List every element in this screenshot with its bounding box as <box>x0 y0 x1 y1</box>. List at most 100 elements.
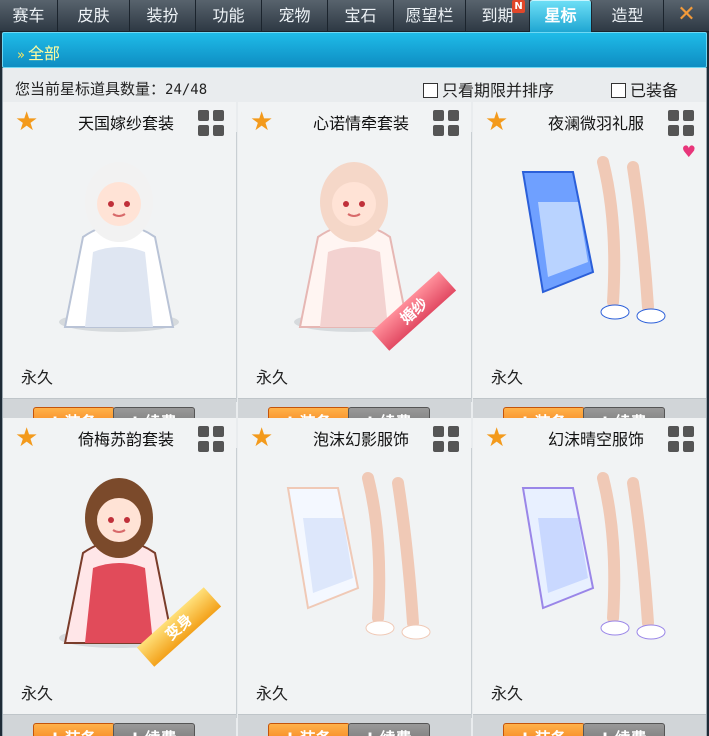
tab-7[interactable]: 到期 N <box>466 0 530 32</box>
category-all[interactable]: » 全部 <box>17 40 60 64</box>
item-duration: 永久 <box>21 368 54 387</box>
equip-label: 装备 <box>300 729 332 736</box>
grid-cell <box>433 125 444 136</box>
renew-label: 续费 <box>380 729 412 736</box>
equip-button[interactable]: ! 装备 <box>33 723 115 736</box>
item-name: 泡沫幻影服饰 <box>312 430 409 449</box>
item-card[interactable]: ★ 心诺情牵套装 婚纱 永久 !装备 !续费 <box>238 102 472 444</box>
item-image <box>248 458 461 658</box>
checkbox-icon[interactable] <box>423 83 438 98</box>
exclaim-icon: ! <box>521 724 528 736</box>
grid-cell <box>433 110 444 121</box>
tab-1[interactable]: 皮肤 <box>58 0 130 32</box>
renew-label: 续费 <box>615 729 647 736</box>
renew-button[interactable]: ! 续费 <box>113 723 195 736</box>
tab-label: 宠物 <box>278 6 311 25</box>
grid-cell <box>213 125 224 136</box>
item-duration: 永久 <box>21 684 54 703</box>
item-duration: 永久 <box>491 684 524 703</box>
equip-button[interactable]: ! 装备 <box>503 723 585 736</box>
tab-label: 星标 <box>544 6 577 25</box>
category-all-label: 全部 <box>27 44 60 63</box>
item-card[interactable]: ★ 倚梅苏韵套装 变身 永久 ! 装备 ! 续费 <box>3 418 237 736</box>
tab-label: 装扮 <box>146 6 179 25</box>
tab-3[interactable]: 功能 <box>196 0 262 32</box>
close-icon[interactable]: ✕ <box>664 0 709 32</box>
grid-cell <box>683 125 694 136</box>
tab-label: 到期 <box>481 6 514 25</box>
item-image: 婚纱 <box>248 142 461 351</box>
item-duration: 永久 <box>256 684 289 703</box>
item-card[interactable]: ★ 幻沫晴空服饰 永久 ! 装备 ! 续费 <box>473 418 706 736</box>
divider <box>471 132 472 402</box>
item-card[interactable]: ★ 泡沫幻影服饰 永久 ! 装备 ! 续费 <box>238 418 472 736</box>
equip-label: 装备 <box>535 729 567 736</box>
exclaim-icon: ! <box>366 724 373 736</box>
grid-view-icon[interactable] <box>668 426 694 452</box>
star-icon[interactable]: ★ <box>485 109 511 136</box>
equipped-filter-checkbox[interactable]: 已装备 <box>611 77 678 101</box>
tab-label: 愿望栏 <box>405 6 454 25</box>
star-count-line: 您当前星标道具数量：24/48 <box>15 78 207 99</box>
checkbox-icon[interactable] <box>611 83 626 98</box>
item-duration: 永久 <box>256 368 289 387</box>
exclaim-icon: ! <box>601 724 608 736</box>
grid-cell <box>683 441 694 452</box>
grid-view-icon[interactable] <box>433 426 459 452</box>
grid-view-icon[interactable] <box>198 426 224 452</box>
item-card[interactable]: ★ 夜澜微羽礼服 ♥ 永久 !装备 !续费 <box>473 102 706 444</box>
tab-4[interactable]: 宠物 <box>262 0 328 32</box>
item-name: 心诺情牵套装 <box>312 114 409 133</box>
star-icon[interactable]: ★ <box>485 425 511 452</box>
item-name: 夜澜微羽礼服 <box>547 114 644 133</box>
item-name: 倚梅苏韵套装 <box>77 430 174 449</box>
renew-button[interactable]: ! 续费 <box>583 723 665 736</box>
equip-button[interactable]: ! 装备 <box>268 723 350 736</box>
grid-view-icon[interactable] <box>198 110 224 136</box>
grid-cell <box>668 441 679 452</box>
grid-cell <box>433 441 444 452</box>
renew-button[interactable]: ! 续费 <box>348 723 430 736</box>
card-actions: ! 装备 ! 续费 <box>3 714 236 736</box>
item-image <box>483 458 696 658</box>
item-image <box>483 142 696 342</box>
tab-label: 皮肤 <box>77 6 110 25</box>
grid-view-icon[interactable] <box>668 110 694 136</box>
grid-cell <box>448 441 459 452</box>
star-icon[interactable]: ★ <box>250 425 276 452</box>
star-icon[interactable]: ★ <box>250 109 276 136</box>
divider <box>236 448 237 718</box>
grid-cell <box>668 110 679 121</box>
expiry-filter-label: 只看期限并排序 <box>442 81 555 100</box>
arrow-icon: » <box>17 48 25 63</box>
tab-8[interactable]: 星标 <box>530 0 592 32</box>
star-count-value: 24/48 <box>165 82 208 98</box>
star-icon[interactable]: ★ <box>15 425 41 452</box>
tab-bar: 赛车 皮肤 装扮 功能 宠物 宝石 愿望栏 到期 N 星标 造型 <box>0 0 709 32</box>
grid-cell <box>198 441 209 452</box>
exclaim-icon: ! <box>51 724 58 736</box>
tab-5[interactable]: 宝石 <box>328 0 394 32</box>
tab-label: 赛车 <box>12 6 45 25</box>
grid-cell <box>683 426 694 437</box>
grid-view-icon[interactable] <box>433 110 459 136</box>
item-image <box>13 142 226 342</box>
grid-cell <box>448 125 459 136</box>
item-card[interactable]: ★ 天国嫁纱套装 永久 !装备 !续费 <box>3 102 237 444</box>
exclaim-icon: ! <box>286 724 293 736</box>
card-actions: ! 装备 ! 续费 <box>238 714 471 736</box>
tab-2[interactable]: 装扮 <box>130 0 196 32</box>
tab-6[interactable]: 愿望栏 <box>394 0 466 32</box>
equipped-filter-label: 已装备 <box>630 81 679 100</box>
grid-cell <box>213 110 224 121</box>
grid-cell <box>198 125 209 136</box>
grid-cell <box>668 426 679 437</box>
tab-0[interactable]: 赛车 <box>0 0 58 32</box>
tab-9[interactable]: 造型 <box>592 0 664 32</box>
grid-cell <box>448 110 459 121</box>
expiry-filter-checkbox[interactable]: 只看期限并排序 <box>423 77 554 101</box>
grid-cell <box>213 441 224 452</box>
tab-label: 造型 <box>611 6 644 25</box>
star-icon[interactable]: ★ <box>15 109 41 136</box>
category-bar: » 全部 <box>2 32 707 68</box>
